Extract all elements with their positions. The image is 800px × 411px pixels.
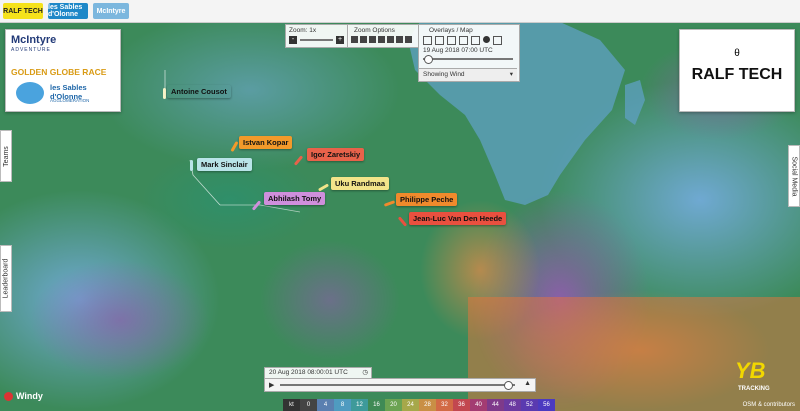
zoom-label: Zoom: 1x: [289, 27, 317, 34]
zoom-options-control: Zoom Options: [347, 24, 419, 48]
overlays-label: Overlays / Map: [429, 27, 473, 34]
windy-logo[interactable]: Windy: [4, 391, 43, 401]
legend-value: 44: [487, 399, 504, 411]
overlay-checkbox[interactable]: [459, 36, 468, 45]
boat-label[interactable]: Mark Sinclair: [197, 158, 252, 171]
boat-marker[interactable]: [190, 160, 193, 171]
mcintyre-sub: ADVENTURE: [11, 47, 51, 53]
boat-label[interactable]: Uku Randmaa: [331, 177, 390, 190]
overlay-checkbox[interactable]: [423, 36, 432, 45]
legend-value: 36: [453, 399, 470, 411]
showing-wind-label: Showing Wind: [423, 71, 465, 78]
chevron-down-icon: ▾: [509, 71, 513, 78]
legend-value: 20: [385, 399, 402, 411]
leaderboard-tab[interactable]: Leaderboard: [0, 245, 12, 312]
play-icon[interactable]: ▶: [269, 381, 274, 389]
legend-value: 12: [351, 399, 368, 411]
boat-label[interactable]: Jean-Luc Van Den Heede: [409, 212, 507, 225]
reset-icon[interactable]: [405, 36, 412, 43]
yb-icon: YB: [735, 358, 766, 383]
expand-icon[interactable]: [387, 36, 394, 43]
legend-value: 0: [300, 399, 317, 411]
zoom-leader-icon[interactable]: [369, 36, 376, 43]
flag-icon[interactable]: [351, 36, 358, 43]
ralftech-logo: RALF TECH: [691, 66, 783, 83]
legend-unit: kt: [283, 399, 300, 411]
zoom-options-label: Zoom Options: [354, 27, 395, 34]
legend-value: 40: [470, 399, 487, 411]
sables-top-logo[interactable]: les Sables d'Olonne: [48, 3, 88, 19]
zoom-fleet-icon[interactable]: [360, 36, 367, 43]
legend-value: 52: [521, 399, 538, 411]
overlay-time-slider[interactable]: [423, 58, 513, 60]
center-icon[interactable]: [378, 36, 385, 43]
windy-label: Windy: [16, 391, 43, 401]
overlay-checkbox[interactable]: [435, 36, 444, 45]
sables-emblem-icon: [16, 82, 44, 104]
legend-value: 32: [436, 399, 453, 411]
teams-tab[interactable]: Teams: [0, 130, 12, 182]
overlay-checkbox[interactable]: [493, 36, 502, 45]
legend-value: 28: [419, 399, 436, 411]
boat-label[interactable]: Philippe Peche: [396, 193, 458, 206]
timeline-handle[interactable]: [503, 381, 513, 390]
overlay-select[interactable]: Showing Wind ▾: [419, 68, 517, 81]
overlay-date: 19 Aug 2018 07:00 UTC: [423, 47, 493, 54]
overlay-checkbox[interactable]: [447, 36, 456, 45]
legend-value: 4: [317, 399, 334, 411]
social-media-tab[interactable]: Social Media: [788, 145, 800, 207]
boat-marker[interactable]: [163, 88, 166, 99]
wind-speed-legend: kt 0 4 8 12 16 20 24 28 32 36 40 44 48 52 56: [283, 399, 555, 411]
legend-value: 8: [334, 399, 351, 411]
legend-value: 16: [368, 399, 385, 411]
tracking-label: TRACKING: [738, 386, 770, 392]
clock-icon[interactable]: ◷: [362, 368, 368, 376]
mcintyre-top-logo[interactable]: McIntyre: [93, 3, 129, 19]
boat-label[interactable]: Abhilash Tomy: [264, 192, 326, 205]
boat-label[interactable]: Istvan Kopar: [239, 136, 293, 149]
boat-label[interactable]: Antoine Cousot: [167, 85, 231, 98]
sponsor-logo-panel[interactable]: θ RALF TECH: [679, 29, 795, 112]
windy-icon: [4, 391, 13, 401]
timeline-track[interactable]: [280, 384, 515, 386]
timeline-bar[interactable]: ▶ ▲: [264, 378, 536, 392]
zoom-in-button[interactable]: +: [336, 36, 344, 44]
legend-value: 48: [504, 399, 521, 411]
grid-icon[interactable]: [396, 36, 403, 43]
globe-icon[interactable]: [483, 36, 490, 43]
top-logo-bar: RALF TECH les Sables d'Olonne McIntyre: [0, 0, 800, 23]
zoom-out-button[interactable]: -: [289, 36, 297, 44]
zoom-control: Zoom: 1x - +: [285, 24, 349, 48]
golden-globe-race-logo: GOLDEN GLOBE RACE: [11, 67, 107, 77]
ralftech-top-logo[interactable]: RALF TECH: [3, 3, 43, 19]
timeline-time: 20 Aug 2018 08:00:01 UTC: [269, 369, 348, 376]
legend-value: 56: [538, 399, 555, 411]
boat-label[interactable]: Igor Zaretskiy: [307, 148, 365, 161]
mcintyre-logo: McIntyre: [11, 34, 57, 46]
ralftech-emblem-icon: θ: [734, 48, 740, 59]
overlay-slider-handle[interactable]: [424, 55, 433, 64]
map-credit: OSM & contributors: [742, 402, 795, 408]
triangle-up-icon[interactable]: ▲: [524, 380, 531, 387]
yb-tracking-logo[interactable]: YB TRACKING: [721, 358, 787, 396]
overlays-panel: Overlays / Map 19 Aug 2018 07:00 UTC Sho…: [418, 24, 520, 82]
zoom-slider[interactable]: [300, 39, 333, 41]
overlay-checkbox[interactable]: [471, 36, 480, 45]
sables-sub: AGGLOMERATION: [50, 98, 90, 103]
legend-value: 24: [402, 399, 419, 411]
race-logo-panel: McIntyre ADVENTURE GOLDEN GLOBE RACE les…: [5, 29, 121, 112]
